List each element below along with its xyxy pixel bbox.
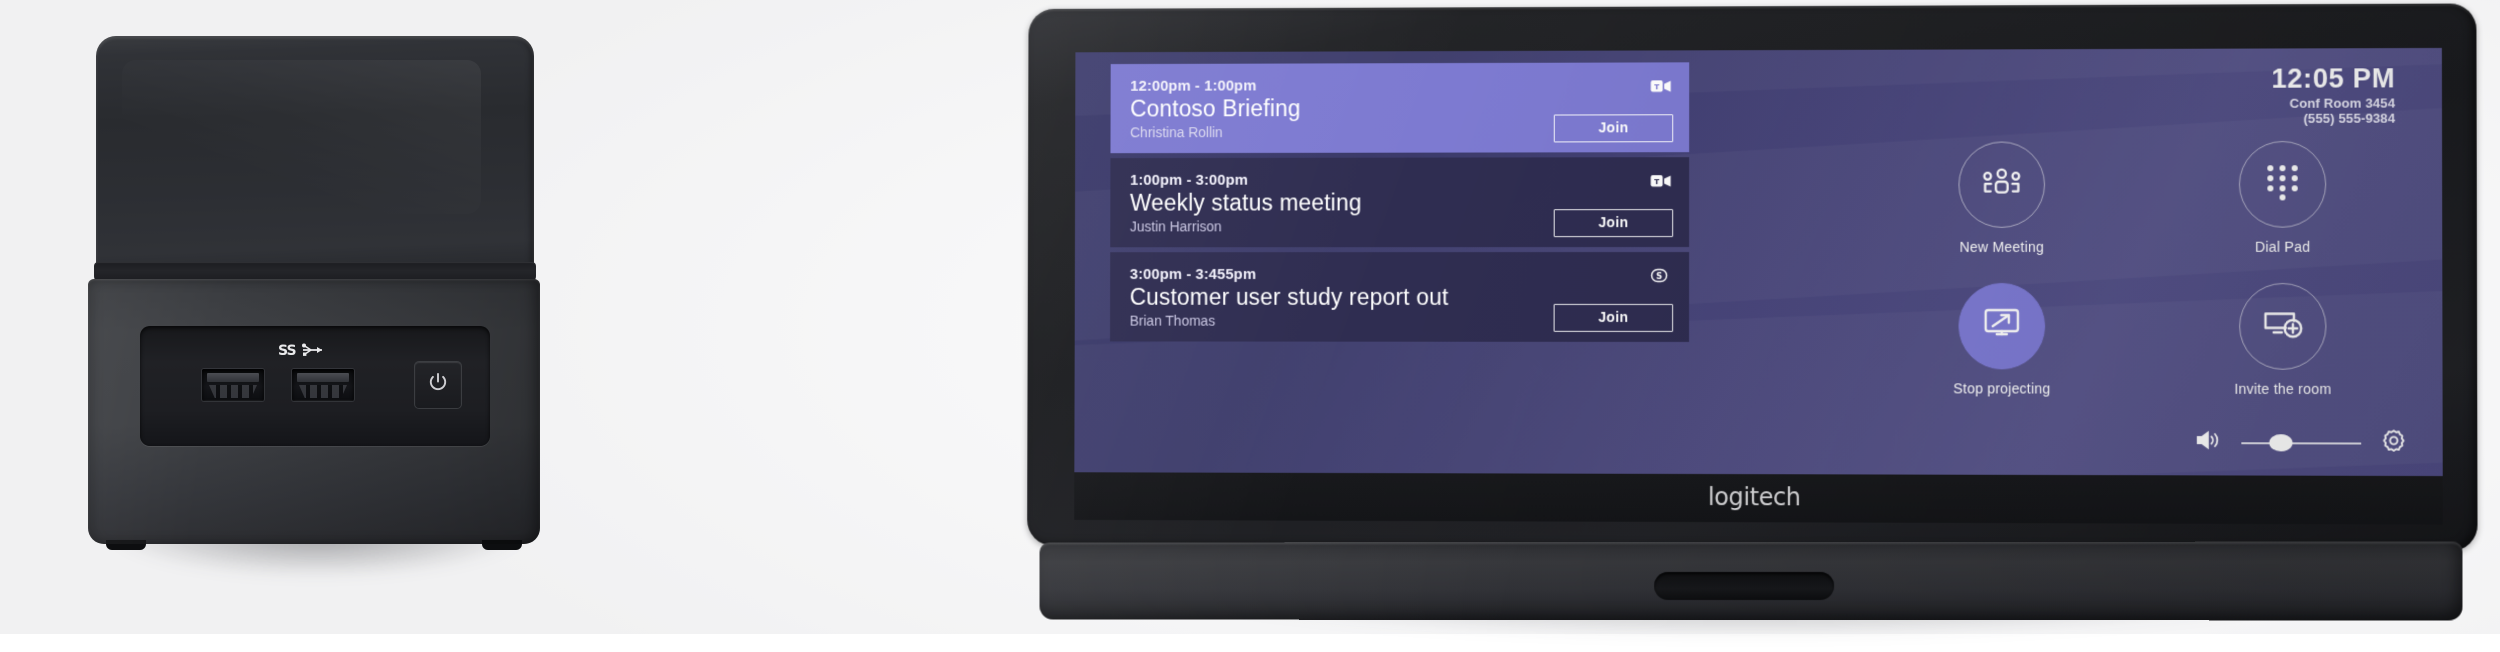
skype-meeting-icon: S xyxy=(1650,267,1672,285)
screen-share-icon xyxy=(1980,306,2024,347)
usb-port-tongue xyxy=(207,373,259,382)
volume-up-icon[interactable] xyxy=(2195,429,2223,456)
join-button[interactable]: Join xyxy=(1554,114,1673,142)
brand-strip: logitech xyxy=(1074,472,2443,524)
console-screen: 12:00pm - 1:00pm Contoso Briefing Christ… xyxy=(1074,48,2442,476)
usb-port-pins xyxy=(299,385,347,398)
status-block: 12:05 PM Conf Room 3454 (555) 555-9384 xyxy=(2271,64,2395,126)
meeting-card[interactable]: 12:00pm - 1:00pm Contoso Briefing Christ… xyxy=(1110,62,1689,153)
meeting-card[interactable]: 1:00pm - 3:00pm Weekly status meeting Ju… xyxy=(1110,157,1689,247)
action-new-meeting[interactable]: New Meeting xyxy=(1900,141,2103,255)
action-stop-projecting[interactable]: Stop projecting xyxy=(1900,283,2103,397)
action-row: New Meeting Dial Pad xyxy=(1900,141,2385,255)
action-label: New Meeting xyxy=(1900,239,2103,255)
people-group-icon xyxy=(1980,165,2024,204)
mini-pc-foot xyxy=(482,540,522,550)
mini-pc-front-io-panel: SS xyxy=(140,326,490,446)
power-button[interactable] xyxy=(415,362,461,408)
room-phone: (555) 555-9384 xyxy=(2271,111,2395,126)
action-circle[interactable] xyxy=(1958,141,2045,227)
action-invite-the-room[interactable]: Invite the room xyxy=(2180,283,2385,397)
action-circle[interactable] xyxy=(2239,283,2326,370)
action-row: Stop projecting Invite the room xyxy=(1900,283,2385,397)
touch-console-bezel: 12:00pm - 1:00pm Contoso Briefing Christ… xyxy=(1027,3,2477,551)
scene-backdrop: SS 12:00pm - 1:00pm Contoso Briefing Chr… xyxy=(0,0,2500,634)
clock-time: 12:05 PM xyxy=(2271,64,2395,93)
slider-knob[interactable] xyxy=(2269,434,2292,451)
action-dial-pad[interactable]: Dial Pad xyxy=(2180,141,2385,255)
action-label: Invite the room xyxy=(2180,381,2385,397)
usb-superspeed-icon: SS xyxy=(278,340,334,360)
meeting-time: 12:00pm - 1:00pm xyxy=(1130,76,1669,94)
meeting-time: 3:00pm - 3:455pm xyxy=(1130,266,1669,283)
usb-port[interactable] xyxy=(292,369,354,401)
svg-text:S: S xyxy=(1656,271,1662,281)
mini-pc-top-lid xyxy=(96,36,534,276)
add-screen-icon xyxy=(2259,307,2306,346)
dial-pad-icon xyxy=(2264,163,2301,206)
slider-track xyxy=(2241,442,2361,444)
action-label: Stop projecting xyxy=(1900,380,2103,396)
gear-icon[interactable] xyxy=(2379,426,2408,459)
usb-port[interactable] xyxy=(202,369,264,401)
usb-ss-text: SS xyxy=(278,343,296,359)
power-icon xyxy=(426,371,450,400)
action-circle[interactable] xyxy=(1959,283,2046,369)
touch-console-device: 12:00pm - 1:00pm Contoso Briefing Christ… xyxy=(1010,2,2490,630)
bottom-controls xyxy=(2195,426,2408,460)
teams-meeting-icon: T xyxy=(1650,77,1672,95)
logitech-logo: logitech xyxy=(1708,483,1801,511)
agenda-list: 12:00pm - 1:00pm Contoso Briefing Christ… xyxy=(1110,62,1689,347)
action-grid: New Meeting Dial Pad Stop projecting Inv… xyxy=(1900,141,2385,426)
action-label: Dial Pad xyxy=(2180,239,2385,255)
base-cable-slot xyxy=(1654,572,1834,600)
join-button[interactable]: Join xyxy=(1554,209,1673,237)
meeting-time: 1:00pm - 3:00pm xyxy=(1130,171,1669,189)
join-button[interactable]: Join xyxy=(1554,304,1674,332)
mini-pc-foot xyxy=(106,540,146,550)
teams-meeting-icon: T xyxy=(1650,172,1672,190)
usb-port-tongue xyxy=(297,373,349,382)
console-base-stand xyxy=(1040,542,2463,621)
console-right-pane: 12:05 PM Conf Room 3454 (555) 555-9384 N… xyxy=(1768,48,2435,476)
meeting-card[interactable]: 3:00pm - 3:455pm Customer user study rep… xyxy=(1110,252,1689,342)
action-circle[interactable] xyxy=(2239,141,2326,228)
mini-pc: SS xyxy=(88,36,538,561)
room-name: Conf Room 3454 xyxy=(2271,96,2395,111)
volume-slider[interactable] xyxy=(2241,434,2361,452)
usb-port-pins xyxy=(209,385,257,398)
